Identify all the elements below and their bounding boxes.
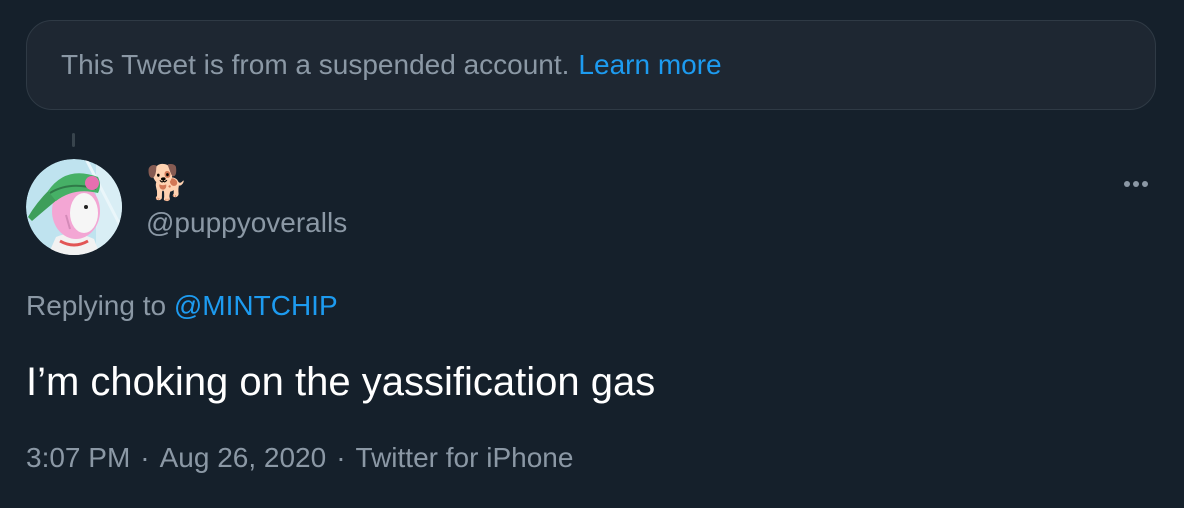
notice-text: This Tweet is from a suspended account. xyxy=(61,49,570,80)
tweet-page: This Tweet is from a suspended account. … xyxy=(0,0,1184,508)
tweet-text: I’m choking on the yassification gas xyxy=(26,360,656,404)
learn-more-link[interactable]: Learn more xyxy=(578,49,721,81)
meta-separator: · xyxy=(336,442,346,473)
tweet-time[interactable]: 3:07 PM xyxy=(26,442,130,473)
reply-context: Replying to @MINTCHIP xyxy=(26,290,338,322)
meta-separator: · xyxy=(140,442,150,473)
more-options-icon[interactable] xyxy=(1116,170,1156,200)
display-name-emoji[interactable]: 🐕 xyxy=(146,163,188,203)
tweet-date[interactable]: Aug 26, 2020 xyxy=(160,442,327,473)
tweet-metadata: 3:07 PM · Aug 26, 2020 · Twitter for iPhone xyxy=(26,442,573,474)
replying-to-label: Replying to xyxy=(26,290,167,321)
cartoon-character-avatar-icon xyxy=(26,159,122,255)
thread-connector-line xyxy=(72,133,75,147)
mention-link[interactable]: @MINTCHIP xyxy=(174,290,338,321)
user-handle[interactable]: @puppyoveralls xyxy=(146,207,347,239)
avatar[interactable] xyxy=(26,159,122,255)
suspended-account-notice: This Tweet is from a suspended account. … xyxy=(26,20,1156,110)
tweet-source[interactable]: Twitter for iPhone xyxy=(356,442,574,473)
